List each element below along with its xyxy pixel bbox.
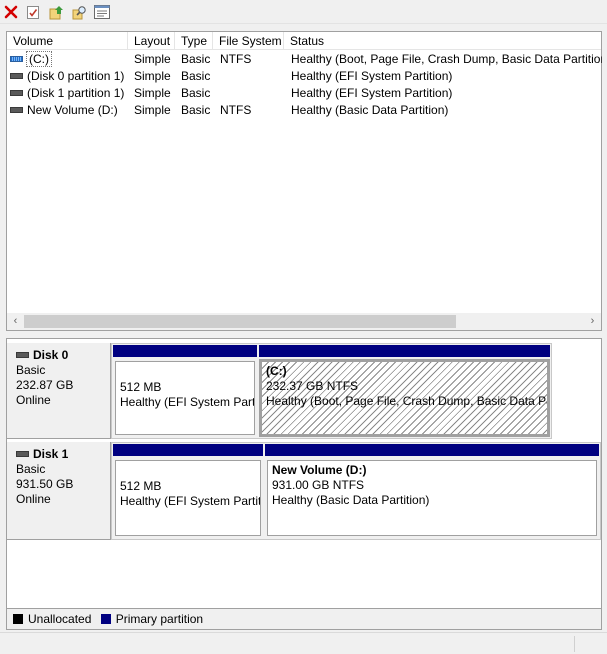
layout-cell: Simple — [134, 52, 171, 66]
fs-cell — [220, 68, 284, 85]
disk-state: Online — [16, 492, 51, 506]
disk-name: Disk 1 — [33, 447, 69, 461]
table-row[interactable]: (Disk 1 partition 1) Simple Basic Health… — [7, 85, 601, 102]
column-header-status[interactable]: Status — [284, 32, 602, 50]
partition-status: Healthy (Boot, Page File, Crash Dump, Ba… — [266, 394, 547, 408]
partition-status: Healthy (EFI System Partition) — [120, 494, 260, 508]
drive-icon — [10, 89, 23, 96]
partition-bar — [112, 344, 258, 358]
drive-icon — [10, 106, 23, 113]
volume-list: Volume Layout Type File System Status (C… — [6, 31, 602, 331]
partition-efi[interactable]: 512 MB Healthy (EFI System Partition) — [112, 443, 264, 539]
disk-1-partitions: 512 MB Healthy (EFI System Partition) Ne… — [111, 442, 601, 540]
status-cell: Healthy (EFI System Partition) — [291, 69, 453, 83]
partition-body: (C:) 232.37 GB NTFS Healthy (Boot, Page … — [259, 359, 550, 437]
layout-cell: Simple — [134, 69, 171, 83]
status-bar — [0, 632, 607, 654]
table-row[interactable]: New Volume (D:) Simple Basic NTFS Health… — [7, 102, 601, 119]
column-headers: Volume Layout Type File System Status — [7, 32, 601, 50]
partition-c[interactable]: (C:) 232.37 GB NTFS Healthy (Boot, Page … — [258, 344, 551, 438]
column-header-file-system[interactable]: File System — [213, 32, 284, 50]
type-cell: Basic — [181, 69, 211, 83]
status-cell: Healthy (Boot, Page File, Crash Dump, Ba… — [291, 52, 602, 66]
partition-name: (C:) — [266, 364, 287, 378]
unallocated-swatch — [13, 613, 23, 624]
fs-cell: NTFS — [220, 103, 252, 117]
status-cell: Healthy (EFI System Partition) — [291, 86, 453, 100]
column-header-volume[interactable]: Volume — [7, 32, 128, 50]
volume-name: (Disk 1 partition 1) — [27, 86, 125, 100]
scroll-right-icon[interactable]: › — [584, 313, 601, 330]
volume-name: New Volume (D:) — [27, 103, 118, 117]
disk-0-partitions: 512 MB Healthy (EFI System Partition) (C… — [111, 343, 552, 439]
disk-name: Disk 0 — [33, 348, 69, 362]
partition-status: Healthy (Basic Data Partition) — [272, 493, 430, 507]
partition-efi[interactable]: 512 MB Healthy (EFI System Partition) — [112, 344, 258, 438]
disk-state: Online — [16, 393, 51, 407]
type-cell: Basic — [181, 86, 211, 100]
partition-name: New Volume (D:) — [272, 463, 367, 477]
legend-unallocated: Unallocated — [28, 612, 92, 626]
partition-size: 512 MB — [120, 479, 162, 493]
scrollbar-thumb[interactable] — [24, 315, 456, 328]
disk-map: Disk 0 Basic 232.87 GB Online 512 MB Hea… — [6, 338, 602, 630]
partition-bar — [112, 443, 264, 457]
partition-body: New Volume (D:) 931.00 GB NTFS Healthy (… — [267, 460, 597, 536]
table-row[interactable]: (Disk 0 partition 1) Simple Basic Health… — [7, 68, 601, 85]
partition-bar — [258, 344, 551, 358]
table-row[interactable]: (C:) Simple Basic NTFS Healthy (Boot, Pa… — [7, 51, 602, 68]
disk-size: 232.87 GB — [16, 378, 74, 392]
partition-body: 512 MB Healthy (EFI System Partition) — [115, 361, 255, 435]
type-cell: Basic — [181, 52, 211, 66]
primary-partition-swatch — [100, 613, 111, 624]
volume-name: (Disk 0 partition 1) — [27, 69, 125, 83]
partition-size: 232.37 GB NTFS — [266, 379, 359, 393]
folder-up-icon[interactable] — [47, 3, 65, 21]
disk-label-disk-1[interactable]: Disk 1 Basic 931.50 GB Online — [7, 442, 111, 540]
scroll-left-icon[interactable]: ‹ — [7, 313, 24, 330]
legend-primary-partition: Primary partition — [115, 612, 204, 626]
drive-icon — [10, 55, 23, 62]
disk-size: 931.50 GB — [16, 477, 74, 491]
disk-icon — [16, 351, 29, 358]
disk-icon — [16, 450, 29, 457]
column-header-type[interactable]: Type — [175, 32, 213, 50]
properties-icon[interactable] — [93, 3, 111, 21]
status-separator — [574, 636, 575, 652]
status-cell: Healthy (Basic Data Partition) — [291, 103, 449, 117]
fs-cell — [220, 85, 284, 102]
legend: Unallocated Primary partition — [7, 608, 601, 629]
toolbar — [0, 0, 607, 24]
type-cell: Basic — [181, 103, 211, 117]
layout-cell: Simple — [134, 103, 171, 117]
disk-type: Basic — [16, 462, 46, 476]
partition-status: Healthy (EFI System Partition) — [120, 395, 254, 409]
disk-label-disk-0[interactable]: Disk 0 Basic 232.87 GB Online — [7, 343, 111, 439]
fs-cell: NTFS — [220, 52, 252, 66]
disk-type: Basic — [16, 363, 46, 377]
cancel-icon[interactable] — [2, 3, 20, 21]
horizontal-scrollbar[interactable]: ‹ › — [7, 313, 601, 330]
search-icon[interactable] — [70, 3, 88, 21]
column-header-layout[interactable]: Layout — [128, 32, 175, 50]
drive-icon — [10, 72, 23, 79]
volume-name: (C:) — [26, 51, 52, 67]
checklist-icon[interactable] — [24, 3, 42, 21]
layout-cell: Simple — [134, 86, 171, 100]
partition-d[interactable]: New Volume (D:) 931.00 GB NTFS Healthy (… — [264, 443, 600, 539]
partition-size: 931.00 GB NTFS — [272, 478, 365, 492]
partition-bar — [264, 443, 600, 457]
partition-size: 512 MB — [120, 380, 162, 394]
partition-body: 512 MB Healthy (EFI System Partition) — [115, 460, 261, 536]
